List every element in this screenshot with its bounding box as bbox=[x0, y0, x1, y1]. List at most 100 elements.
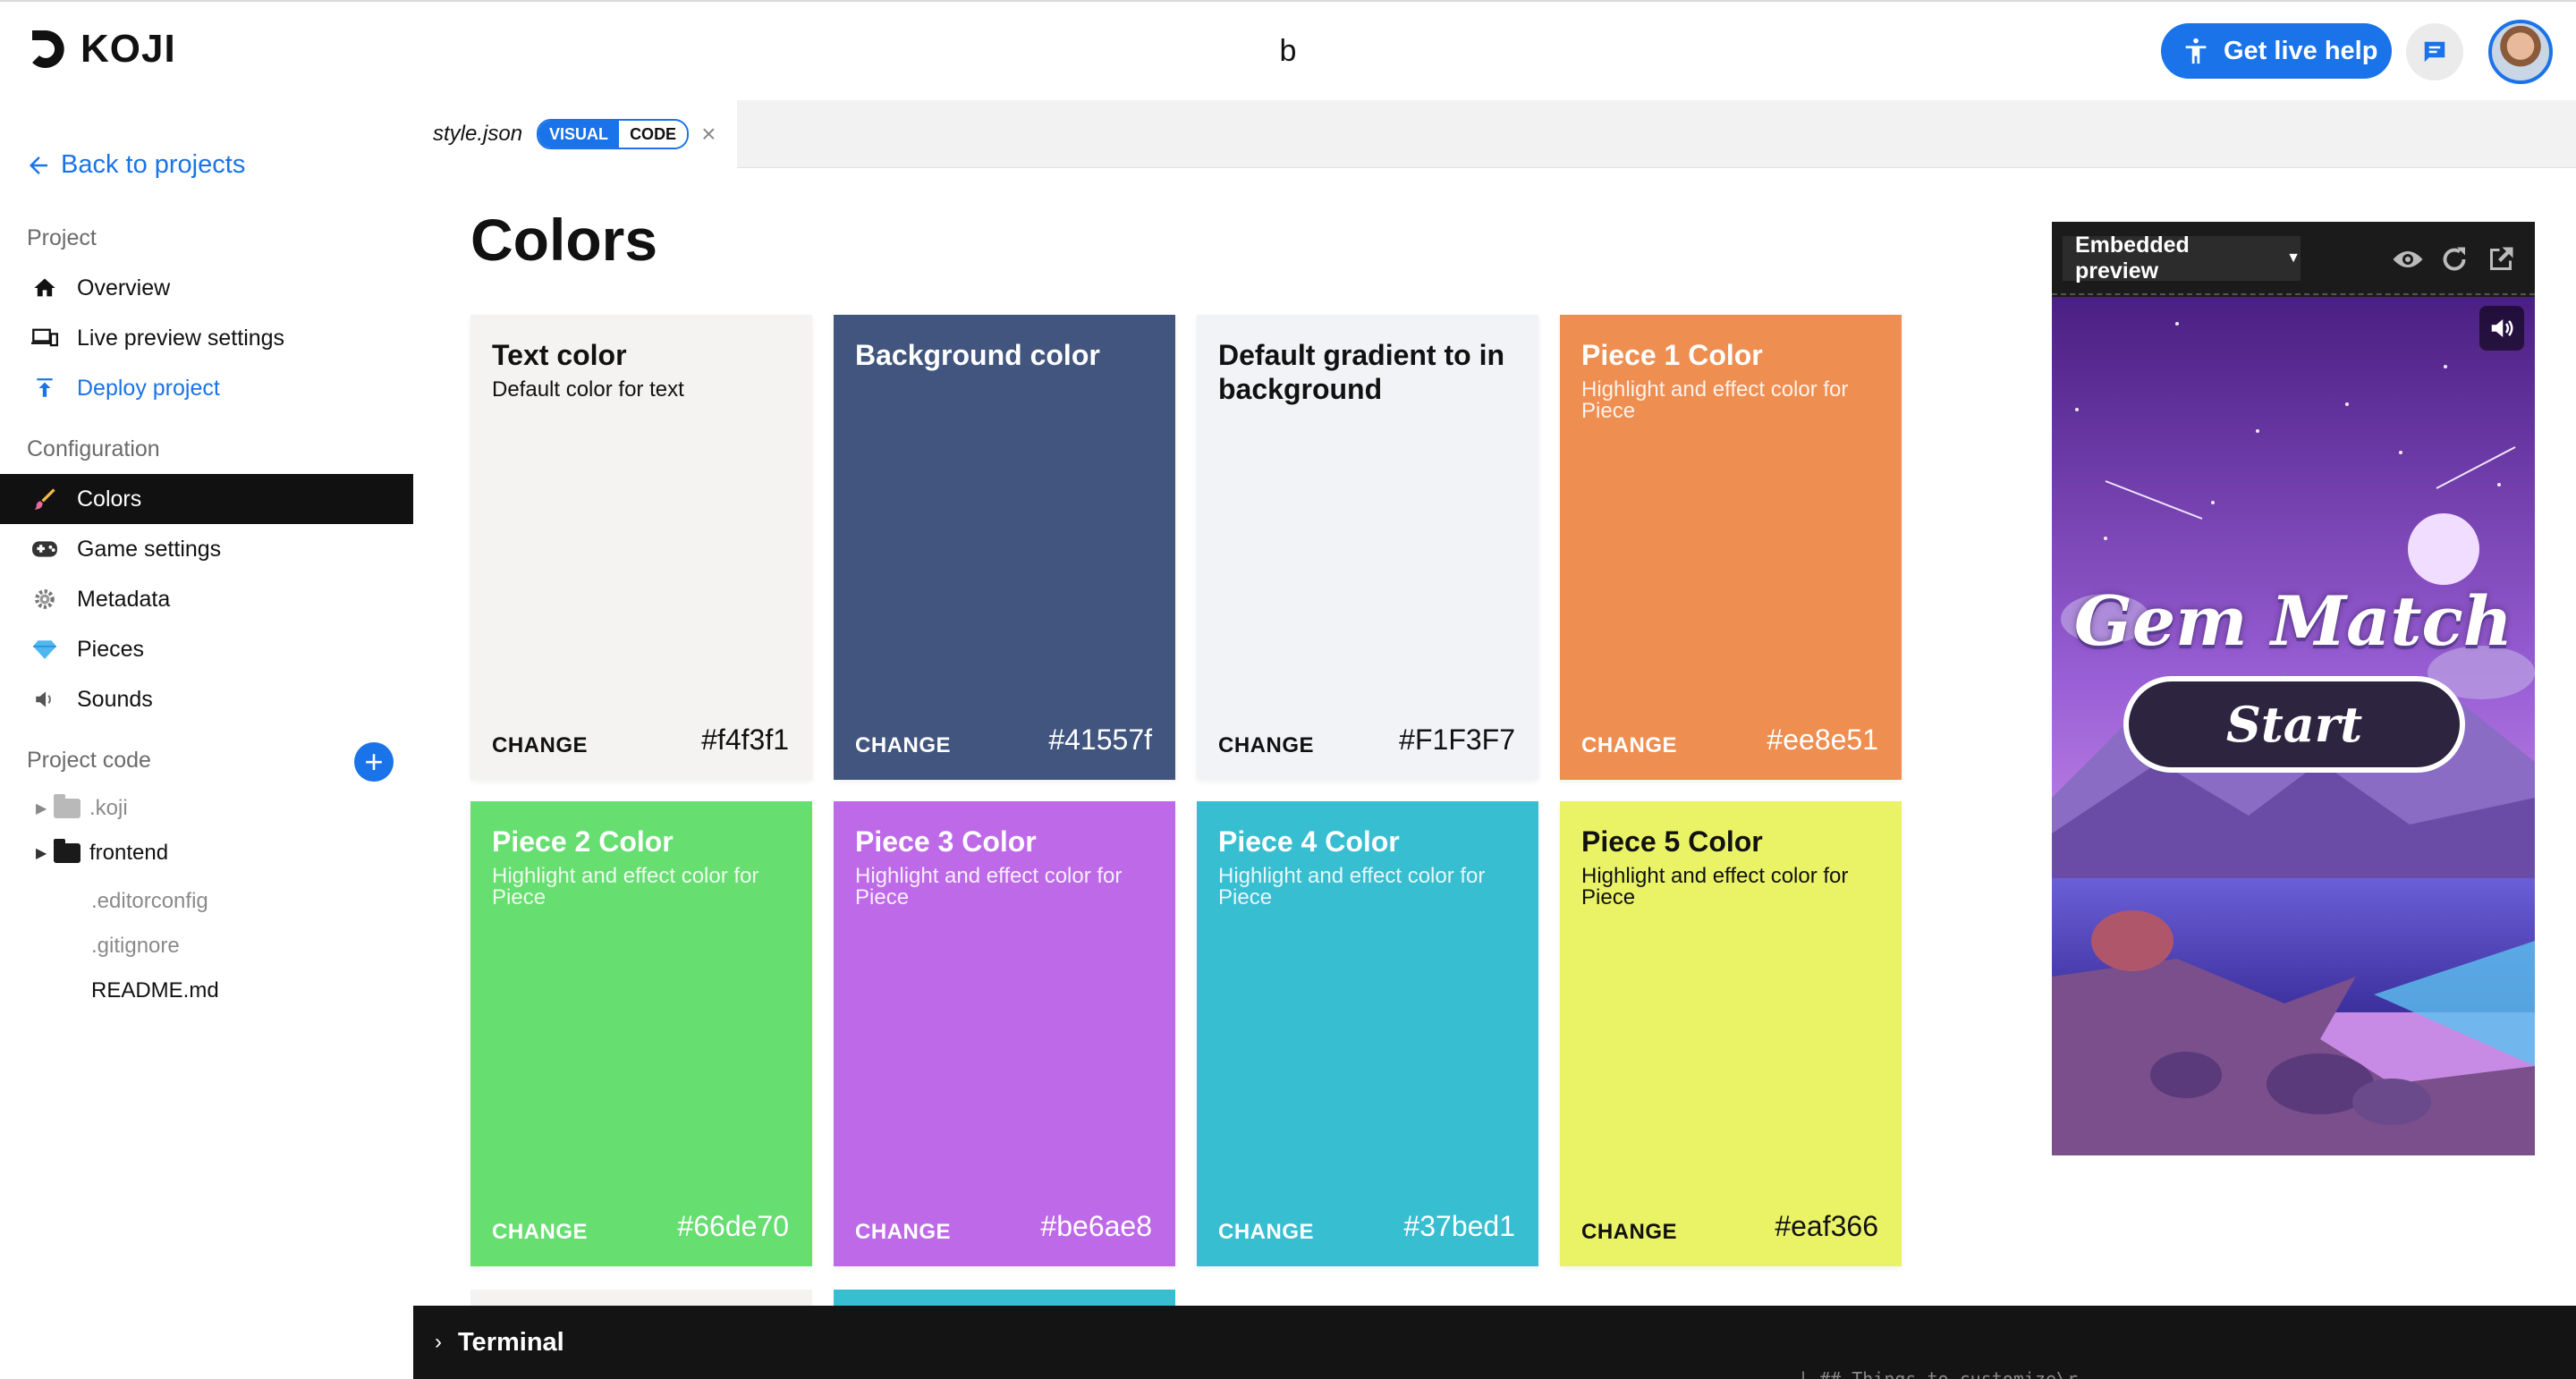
caret-down-icon: ▼ bbox=[2286, 250, 2301, 266]
color-card[interactable]: Piece 3 Color Highlight and effect color … bbox=[834, 801, 1175, 1266]
color-card-title: Piece 1 Color bbox=[1581, 339, 1763, 371]
terminal-peek-text: | ## Things to customize\r bbox=[1798, 1368, 2079, 1379]
upload-icon bbox=[30, 374, 59, 402]
color-card-title: Piece 2 Color bbox=[492, 825, 674, 858]
tree-item-label: README.md bbox=[91, 978, 219, 1003]
change-color-button[interactable]: CHANGE bbox=[1581, 733, 1677, 758]
color-card[interactable]: Piece 5 Color Highlight and effect color … bbox=[1560, 801, 1902, 1266]
get-live-help-button[interactable]: Get live help bbox=[2161, 23, 2392, 79]
volume-icon bbox=[2491, 319, 2513, 337]
view-mode-toggle: VISUAL CODE bbox=[537, 119, 690, 149]
top-header: KOJI b Get live help bbox=[0, 0, 2576, 100]
color-card-title: Background color bbox=[855, 339, 1100, 371]
color-card-partial[interactable] bbox=[834, 1290, 1175, 1306]
logo-text: KOJI bbox=[80, 27, 176, 71]
color-hex-value: #F1F3F7 bbox=[1399, 723, 1515, 756]
sidebar-item-metadata[interactable]: Metadata bbox=[0, 574, 413, 624]
gear-icon bbox=[30, 585, 59, 613]
sidebar-item-game-settings[interactable]: Game settings bbox=[0, 524, 413, 574]
sidebar-item-overview[interactable]: Overview bbox=[0, 263, 413, 313]
palette-icon bbox=[30, 485, 59, 513]
koji-logo[interactable]: KOJI bbox=[25, 27, 176, 72]
color-card-description: Highlight and effect color for Piece bbox=[1581, 377, 1849, 423]
back-to-projects-link[interactable]: Back to projects bbox=[25, 150, 245, 180]
tree-item-label: .editorconfig bbox=[91, 889, 208, 913]
project-name: b bbox=[1279, 34, 1297, 68]
sound-toggle-button[interactable] bbox=[2479, 306, 2524, 351]
sidebar-item-label: Game settings bbox=[77, 536, 222, 562]
color-card-description: Highlight and effect color for Piece bbox=[1218, 864, 1486, 909]
plus-icon: + bbox=[364, 743, 384, 780]
color-hex-value: #eaf366 bbox=[1775, 1210, 1878, 1242]
tab-file-name: style.json bbox=[433, 122, 523, 146]
preview-mode-select[interactable]: Embedded preview ▼ bbox=[2063, 233, 2301, 283]
refresh-icon[interactable] bbox=[2438, 243, 2470, 275]
color-card-title: Piece 3 Color bbox=[855, 825, 1037, 858]
sidebar-item-label: Overview bbox=[77, 275, 171, 300]
tab-style-json[interactable]: style.json VISUAL CODE × bbox=[413, 100, 737, 168]
preview-mode-label: Embedded preview bbox=[2075, 233, 2190, 283]
color-hex-value: #f4f3f1 bbox=[701, 723, 789, 756]
code-mode-button[interactable]: CODE bbox=[619, 121, 688, 148]
terminal-label: Terminal bbox=[458, 1327, 564, 1357]
game-start-button[interactable]: Start bbox=[2123, 676, 2465, 773]
color-card-description: Highlight and effect color for Piece bbox=[1581, 864, 1849, 909]
chevron-right-icon: ▶ bbox=[36, 801, 47, 816]
sidebar-item-label: Metadata bbox=[77, 586, 171, 612]
sidebar-item-deploy-project[interactable]: Deploy project bbox=[0, 363, 413, 413]
sidebar-item-label: Pieces bbox=[77, 636, 145, 662]
change-color-button[interactable]: CHANGE bbox=[1581, 1220, 1677, 1245]
devices-icon bbox=[30, 324, 59, 352]
speaker-icon bbox=[30, 685, 59, 714]
visual-mode-button[interactable]: VISUAL bbox=[538, 121, 620, 148]
change-color-button[interactable]: CHANGE bbox=[492, 733, 588, 758]
color-card[interactable]: Text color Default color for text CHANGE #f… bbox=[470, 315, 812, 780]
tree-folder-frontend[interactable]: ▶ frontend bbox=[36, 839, 168, 866]
color-card-title: Default gradient to in background bbox=[1218, 339, 1504, 405]
change-color-button[interactable]: CHANGE bbox=[492, 1220, 588, 1245]
sidebar-item-colors[interactable]: Colors bbox=[0, 474, 413, 524]
tree-item-label: .gitignore bbox=[91, 934, 180, 958]
color-card[interactable]: Piece 2 Color Highlight and effect color … bbox=[470, 801, 812, 1266]
terminal-bar[interactable]: › Terminal bbox=[413, 1306, 2576, 1379]
tree-file-readme[interactable]: README.md bbox=[91, 978, 219, 1003]
sidebar-item-label: Colors bbox=[77, 486, 142, 512]
color-hex-value: #66de70 bbox=[677, 1210, 789, 1242]
change-color-button[interactable]: CHANGE bbox=[1218, 733, 1314, 758]
color-card-description: Highlight and effect color for Piece bbox=[492, 864, 759, 909]
configuration-section-label: Configuration bbox=[27, 436, 160, 461]
sidebar-item-live-preview-settings[interactable]: Live preview settings bbox=[0, 313, 413, 363]
gamepad-icon bbox=[30, 535, 59, 563]
add-file-button[interactable]: + bbox=[354, 742, 394, 782]
change-color-button[interactable]: CHANGE bbox=[855, 733, 951, 758]
color-card[interactable]: Piece 1 Color Highlight and effect color … bbox=[1560, 315, 1902, 780]
project-section-label: Project bbox=[27, 225, 97, 250]
color-card-partial[interactable] bbox=[470, 1290, 812, 1306]
color-card-title: Text color bbox=[492, 339, 627, 371]
tree-file-editorconfig[interactable]: .editorconfig bbox=[91, 889, 208, 914]
sidebar-item-label: Deploy project bbox=[77, 375, 220, 401]
color-card[interactable]: Piece 4 Color Highlight and effect color … bbox=[1197, 801, 1538, 1266]
arrow-left-icon bbox=[30, 156, 47, 174]
color-card-description: Default color for text bbox=[492, 377, 684, 402]
user-avatar[interactable] bbox=[2488, 20, 2553, 84]
change-color-button[interactable]: CHANGE bbox=[855, 1220, 951, 1245]
folder-icon bbox=[54, 794, 80, 818]
tree-folder-koji[interactable]: ▶ .koji bbox=[36, 794, 128, 821]
color-card[interactable]: Default gradient to in background CHANGE #… bbox=[1197, 315, 1538, 780]
color-hex-value: #ee8e51 bbox=[1767, 723, 1878, 756]
editor-tab-bar: style.json VISUAL CODE × bbox=[413, 100, 2576, 168]
change-color-button[interactable]: CHANGE bbox=[1218, 1220, 1314, 1245]
chevron-right-icon: › bbox=[435, 1330, 442, 1354]
tree-file-gitignore[interactable]: .gitignore bbox=[91, 934, 180, 959]
chat-button[interactable] bbox=[2406, 23, 2463, 80]
color-card[interactable]: Background color CHANGE #41557f bbox=[834, 315, 1175, 780]
open-external-icon[interactable] bbox=[2485, 243, 2517, 275]
close-icon[interactable]: × bbox=[701, 120, 716, 148]
color-hex-value: #be6ae8 bbox=[1040, 1210, 1152, 1242]
sidebar-item-pieces[interactable]: Pieces bbox=[0, 624, 413, 674]
eye-icon[interactable] bbox=[2392, 243, 2424, 275]
page-title: Colors bbox=[470, 207, 658, 273]
sidebar-item-sounds[interactable]: Sounds bbox=[0, 674, 413, 724]
chevron-right-icon: ▶ bbox=[36, 846, 47, 861]
